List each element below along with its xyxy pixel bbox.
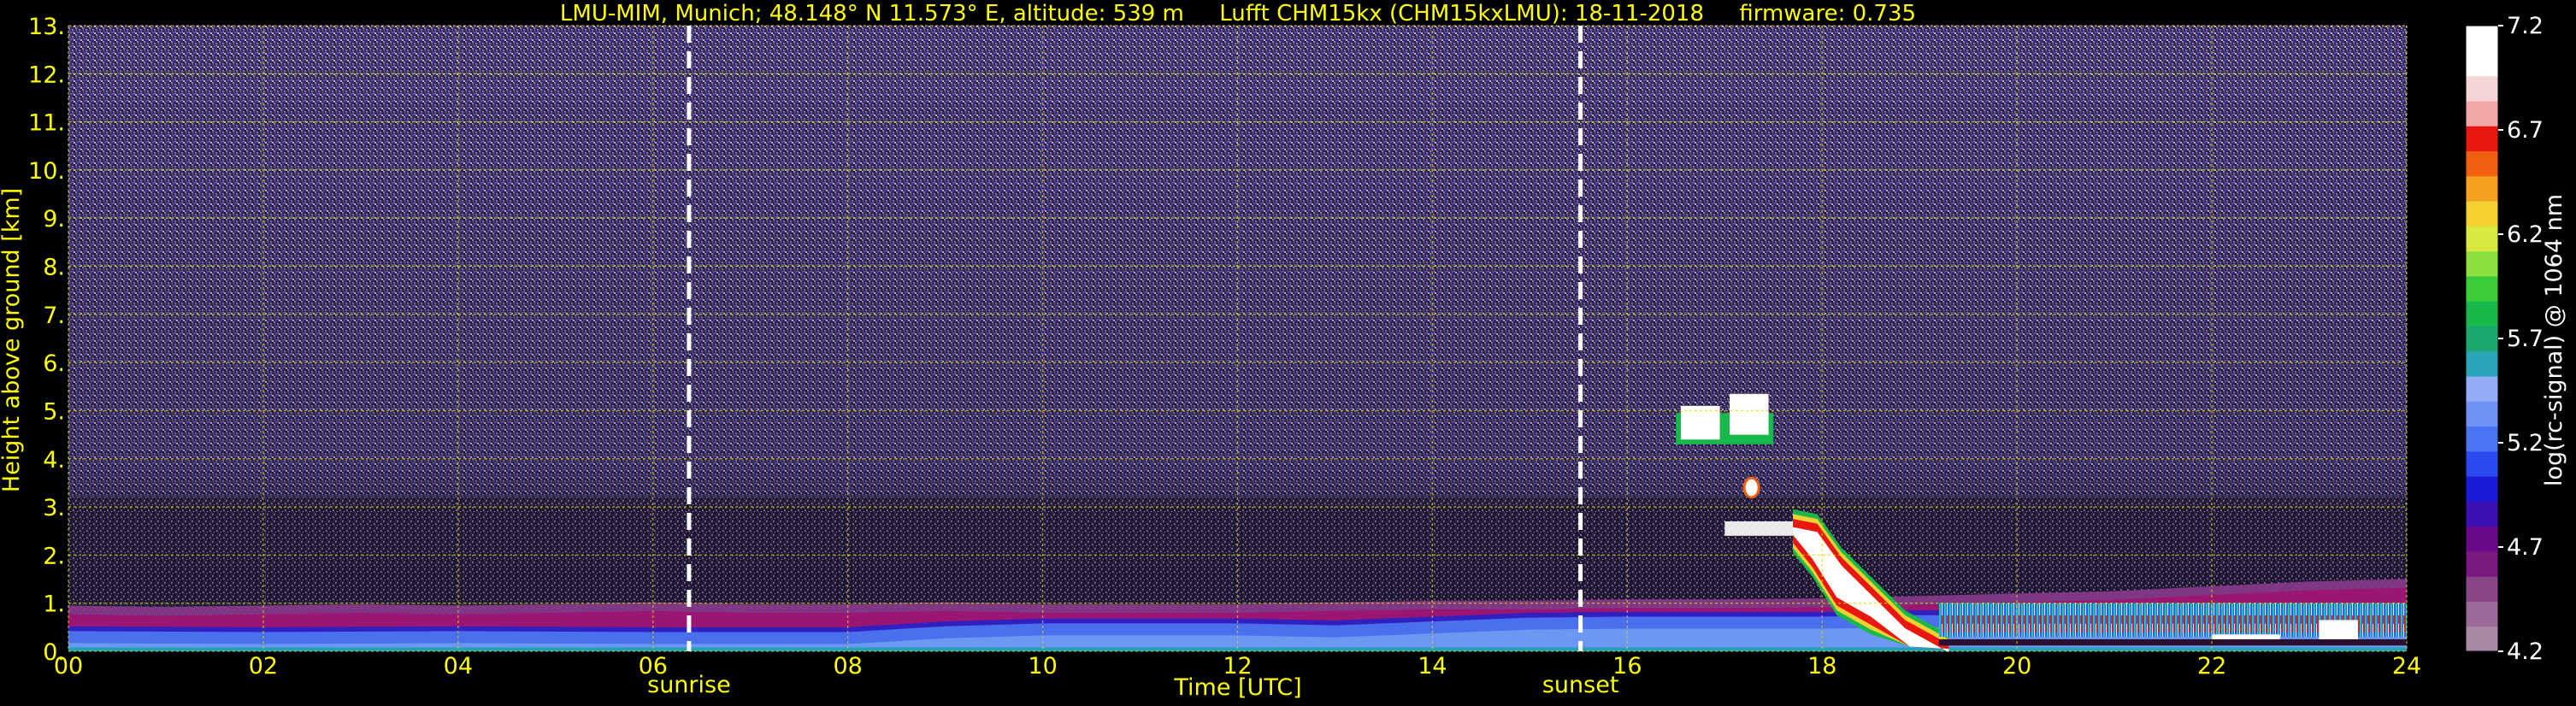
ceilometer-chart: 00 02 04 06 08 10 12 14 16 18 20 22 24 0.1.2.3.4.5.6… [0, 1, 2567, 701]
y-tick-label: 8. [43, 255, 65, 281]
colorbar-tick-label: 4.7 [2507, 534, 2544, 561]
colorbar-segment [2466, 200, 2498, 227]
colorbar-segment [2466, 576, 2498, 603]
x-tick-label: 24 [2392, 653, 2421, 680]
y-axis-label: Height above ground [km] [0, 188, 25, 492]
y-tick-label: 0. [43, 639, 65, 666]
x-tick-label: 20 [2002, 653, 2031, 680]
x-tick-label: 18 [1807, 653, 1836, 680]
colorbar-tick-label: 6.2 [2507, 221, 2544, 248]
cloud-streak [1724, 521, 1794, 536]
colorbar-segment [2466, 301, 2498, 327]
cloud-low-base [1939, 638, 2407, 646]
y-tick-labels: 0. 1. 2. 3. 4. 5. 6. 7. 8. 9. 10. 11. 12. 13. [28, 14, 65, 666]
colorbar-tick-label: 4.2 [2507, 638, 2544, 665]
colorbar-segment [2466, 450, 2498, 477]
x-tick-label: 02 [249, 653, 278, 680]
colorbar-segment [2466, 275, 2498, 302]
colorbar-tick-label: 6.7 [2507, 117, 2544, 144]
chart-title: LMU-MIM, Munich; 48.148° N 11.573° E, al… [560, 1, 1916, 26]
colorbar-segment [2466, 501, 2498, 527]
x-axis-label: Time [UTC] [1173, 674, 1301, 701]
colorbar-segment [2466, 601, 2498, 627]
annotation-sunrise: sunrise [647, 672, 731, 698]
colorbar-tick-labels: 4.2 4.7 5.2 5.7 6.2 6.7 7.2 [2498, 13, 2544, 665]
cloud-low-white-2 [2319, 620, 2359, 642]
x-tick-label: 04 [444, 653, 473, 680]
cloud-high-core-2 [1729, 393, 1769, 435]
y-tick-label: 9. [43, 206, 65, 232]
colorbar-segment [2466, 175, 2498, 202]
cloud-small [1742, 476, 1760, 499]
y-tick-label: 10. [28, 158, 65, 185]
colorbar-segment [2466, 26, 2498, 51]
x-tick-label: 22 [2197, 653, 2226, 680]
x-tick-label: 10 [1028, 653, 1057, 680]
colorbar-segment [2466, 100, 2498, 126]
y-tick-label: 3. [43, 495, 65, 521]
colorbar-segment [2466, 50, 2498, 77]
y-tick-label: 7. [43, 303, 65, 329]
colorbar-segment [2466, 626, 2498, 652]
y-tick-label: 5. [43, 398, 65, 425]
colorbar-segment [2466, 550, 2498, 577]
colorbar-segment [2466, 375, 2498, 402]
y-tick-label: 1. [43, 591, 65, 618]
colorbar-segment [2466, 526, 2498, 552]
x-tick-label: 08 [833, 653, 862, 680]
annotation-sunset: sunset [1542, 672, 1619, 698]
colorbar-segment [2466, 401, 2498, 427]
y-tick-label: 11. [28, 110, 65, 137]
colorbar-segment [2466, 476, 2498, 502]
colorbar-segment [2466, 426, 2498, 452]
colorbar-segment [2466, 75, 2498, 102]
y-tick-label: 2. [43, 543, 65, 569]
colorbar-tick-label: 5.2 [2507, 430, 2544, 456]
heatmap-area [68, 25, 2408, 653]
colorbar [2465, 25, 2499, 652]
sun-annotations: sunrise sunset [647, 672, 1618, 698]
x-tick-label: 14 [1418, 653, 1447, 680]
colorbar-segment [2466, 350, 2498, 377]
y-tick-label: 13. [28, 14, 65, 40]
colorbar-tick-label: 7.2 [2507, 13, 2544, 39]
colorbar-segment [2466, 250, 2498, 277]
colorbar-segment [2466, 226, 2498, 252]
colorbar-tick-label: 5.7 [2507, 326, 2544, 352]
y-tick-label: 12. [28, 62, 65, 88]
y-tick-label: 6. [43, 350, 65, 377]
colorbar-label: log(rc-signal) @ 1064 nm [2541, 194, 2567, 486]
y-tick-label: 4. [43, 447, 65, 474]
colorbar-segment [2466, 326, 2498, 352]
colorbar-segment [2466, 126, 2498, 151]
colorbar-segment [2466, 150, 2498, 177]
